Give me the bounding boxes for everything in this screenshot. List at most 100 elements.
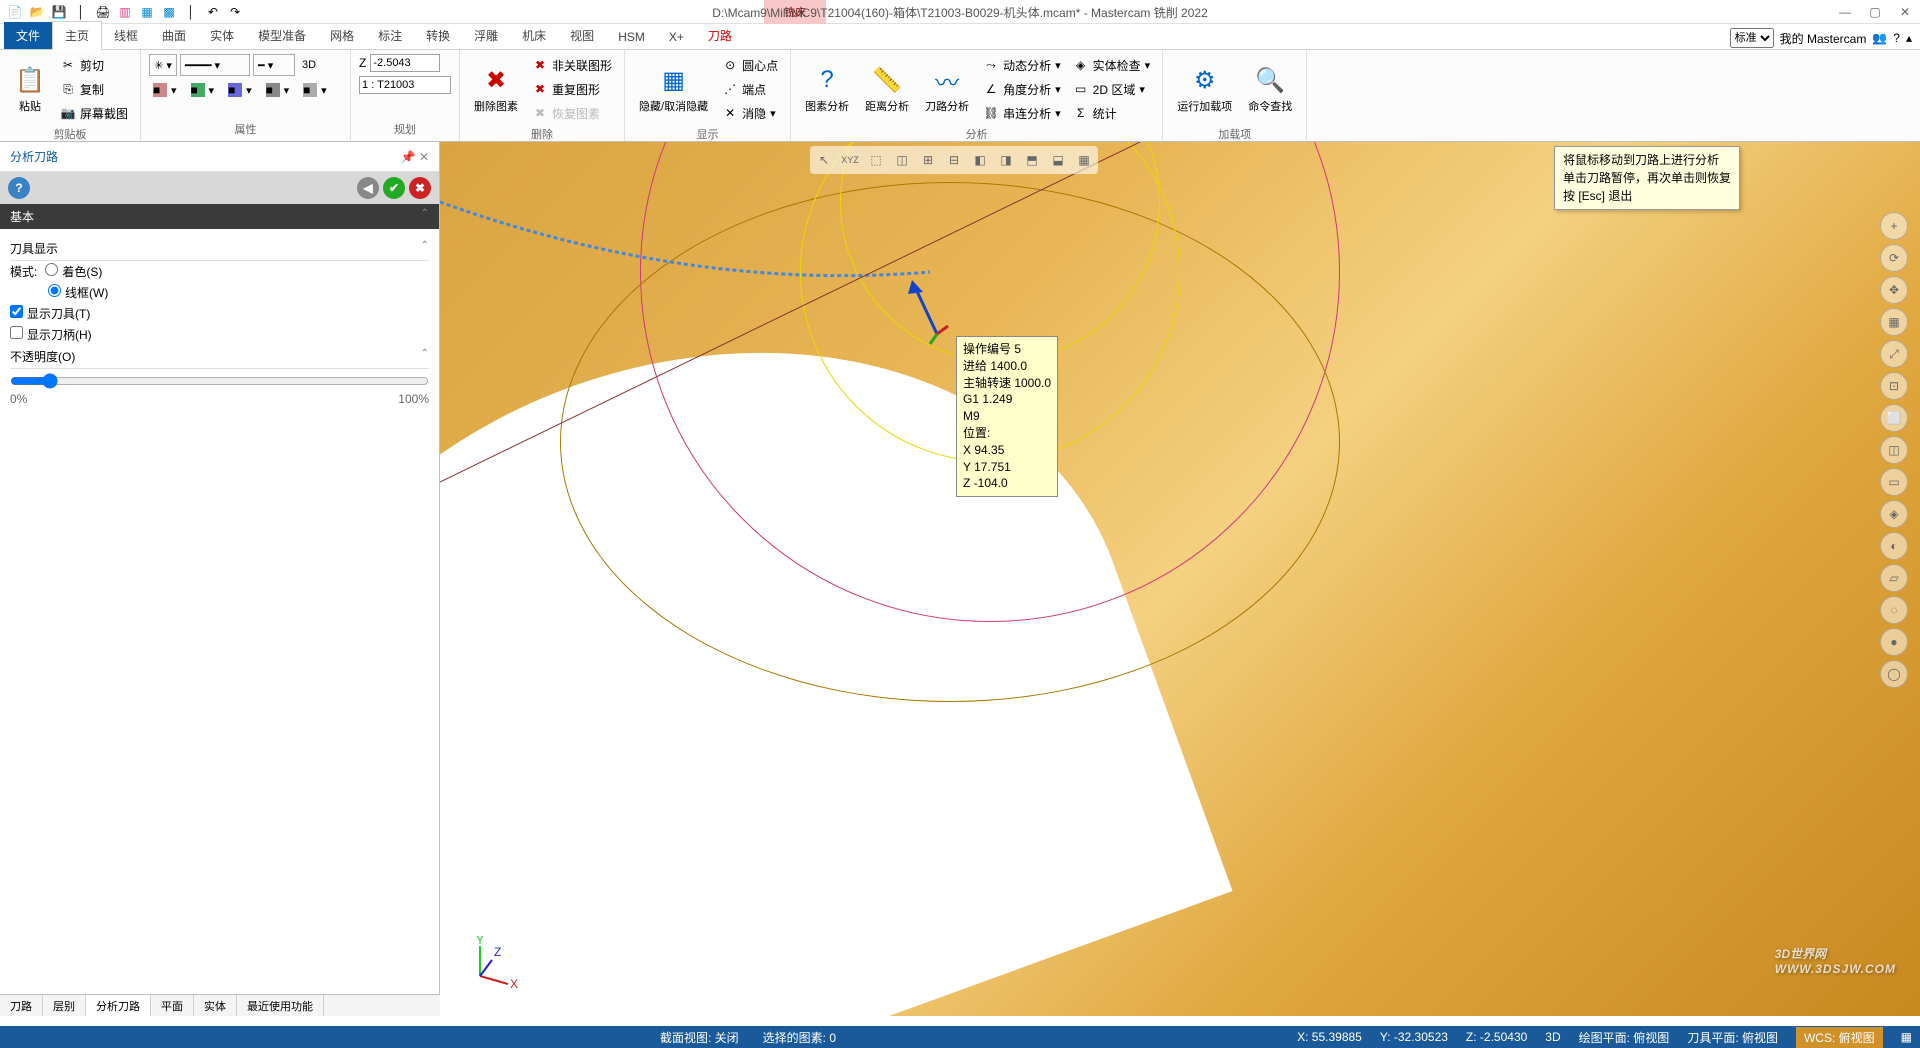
tool-analyze-button[interactable]: 〰刀路分析: [919, 54, 975, 124]
vp-front-icon[interactable]: ◫: [1880, 436, 1908, 464]
tool-input[interactable]: [359, 76, 451, 94]
tool-display-header[interactable]: 刀具显示⌃: [10, 237, 429, 261]
vp-b2-icon[interactable]: ◫: [890, 148, 914, 172]
cmd-find-button[interactable]: 🔍命令查找: [1242, 54, 1298, 124]
panel-close-icon[interactable]: ✕: [419, 150, 429, 164]
vp-iso-icon[interactable]: ◈: [1880, 500, 1908, 528]
2d-area-button[interactable]: ▭2D 区域▾: [1069, 78, 1155, 100]
dist-analyze-button[interactable]: 📏距离分析: [859, 54, 915, 124]
panel-back-button[interactable]: ◀: [357, 177, 379, 199]
qat-b2-icon[interactable]: ▥: [116, 3, 134, 21]
vp-xyz-icon[interactable]: XYZ: [838, 148, 862, 172]
paste-button[interactable]: 📋粘贴: [8, 54, 52, 124]
dyn-analyze-button[interactable]: ⤳动态分析▾: [979, 54, 1065, 76]
status-sectview[interactable]: 截面视图: 关闭: [660, 1029, 739, 1046]
tab-annotate[interactable]: 标注: [366, 22, 414, 49]
tab-xplus[interactable]: X+: [657, 25, 696, 49]
check-show-tool[interactable]: 显示刀具(T): [10, 305, 90, 322]
tab-file[interactable]: 文件: [4, 22, 52, 49]
lineweight-dropdown[interactable]: ━ ▾: [253, 54, 295, 76]
tab-mesh[interactable]: 网格: [318, 22, 366, 49]
tab-surface[interactable]: 曲面: [150, 22, 198, 49]
vp-b9-icon[interactable]: ▦: [1072, 148, 1096, 172]
tab-home[interactable]: 主页: [52, 21, 102, 50]
level-dropdown[interactable]: 标准: [1730, 28, 1774, 48]
panel-ok-button[interactable]: ✔: [383, 177, 405, 199]
minimize-button[interactable]: —: [1830, 0, 1860, 24]
hide-button[interactable]: ▦隐藏/取消隐藏: [633, 54, 714, 124]
ptab-solid[interactable]: 实体: [194, 995, 237, 1016]
community-icon[interactable]: 👥: [1872, 31, 1887, 45]
vp-b6-icon[interactable]: ◨: [994, 148, 1018, 172]
opacity-header[interactable]: 不透明度(O)⌃: [10, 345, 429, 369]
ptab-recent[interactable]: 最近使用功能: [237, 995, 324, 1016]
status-toolplane[interactable]: 刀具平面: 俯视图: [1687, 1029, 1778, 1046]
vp-material-icon[interactable]: ●: [1880, 628, 1908, 656]
panel-help-button[interactable]: ?: [8, 177, 30, 199]
help-icon[interactable]: ?: [1893, 31, 1900, 45]
qat-redo-icon[interactable]: ↷: [226, 3, 244, 21]
ptab-plane[interactable]: 平面: [151, 995, 194, 1016]
run-addin-button[interactable]: ⚙运行加载项: [1171, 54, 1238, 124]
cut-button[interactable]: ✂剪切: [56, 54, 132, 76]
vp-wire-icon[interactable]: ▱: [1880, 564, 1908, 592]
duplicate-button[interactable]: ✖重复图形: [528, 78, 616, 100]
tab-transform[interactable]: 转换: [414, 22, 462, 49]
vp-pan-icon[interactable]: ✥: [1880, 276, 1908, 304]
color-swatch-1[interactable]: ■▾: [149, 79, 181, 101]
vp-side-icon[interactable]: ▭: [1880, 468, 1908, 496]
chain-analyze-button[interactable]: ⛓串连分析▾: [979, 102, 1065, 124]
solid-check-button[interactable]: ◈实体检查▾: [1069, 54, 1155, 76]
color-swatch-5[interactable]: ■▾: [299, 79, 331, 101]
tab-solid[interactable]: 实体: [198, 22, 246, 49]
restore-button[interactable]: ✖恢复图素: [528, 102, 616, 124]
qat-b3-icon[interactable]: ▦: [138, 3, 156, 21]
tab-hsm[interactable]: HSM: [606, 25, 657, 49]
vp-b5-icon[interactable]: ◧: [968, 148, 992, 172]
status-menu-icon[interactable]: ▦: [1901, 1030, 1912, 1044]
opacity-slider[interactable]: [10, 373, 429, 389]
vp-top-icon[interactable]: ⬜: [1880, 404, 1908, 432]
vp-cursor-icon[interactable]: ↖: [812, 148, 836, 172]
tab-view[interactable]: 视图: [558, 22, 606, 49]
vp-hidden-icon[interactable]: ◌: [1880, 596, 1908, 624]
vp-trans-icon[interactable]: ◯: [1880, 660, 1908, 688]
qat-open-icon[interactable]: 📂: [28, 3, 46, 21]
maximize-button[interactable]: ▢: [1860, 0, 1890, 24]
panel-section-basic[interactable]: 基本 ⌃: [0, 204, 439, 229]
vp-b3-icon[interactable]: ⊞: [916, 148, 940, 172]
qat-new-icon[interactable]: 📄: [6, 3, 24, 21]
collapse-ribbon-icon[interactable]: ▴: [1906, 31, 1912, 45]
vp-shade-icon[interactable]: ◐: [1880, 532, 1908, 560]
status-drawplane[interactable]: 绘图平面: 俯视图: [1579, 1029, 1670, 1046]
panel-cancel-button[interactable]: ✖: [409, 177, 431, 199]
vp-b8-icon[interactable]: ⬓: [1046, 148, 1070, 172]
irrelevant-button[interactable]: ✖非关联图形: [528, 54, 616, 76]
viewport-3d[interactable]: ↖ XYZ ⬚ ◫ ⊞ ⊟ ◧ ◨ ⬒ ⬓ ▦ 将鼠标移动到刀路上进行分析单击刀…: [440, 142, 1920, 1016]
linestyle-dropdown[interactable]: ━━━━ ▾: [180, 54, 250, 76]
tab-toolpath[interactable]: 刀路: [696, 22, 744, 49]
delete-element-button[interactable]: ✖删除图素: [468, 54, 524, 124]
tab-machine[interactable]: 机床: [510, 22, 558, 49]
color-swatch-3[interactable]: ■▾: [224, 79, 256, 101]
color-swatch-2[interactable]: ■▾: [187, 79, 219, 101]
close-button[interactable]: ✕: [1890, 0, 1920, 24]
elem-analyze-button[interactable]: ?图素分析: [799, 54, 855, 124]
center-button[interactable]: ⊙圆心点: [718, 54, 782, 76]
copy-button[interactable]: ⎘复制: [56, 78, 132, 100]
vp-plus-icon[interactable]: +: [1880, 212, 1908, 240]
angle-analyze-button[interactable]: ∠角度分析▾: [979, 78, 1065, 100]
tab-wireframe[interactable]: 线框: [102, 22, 150, 49]
status-wcs[interactable]: WCS: 俯视图: [1796, 1027, 1883, 1048]
vp-fit-icon[interactable]: ⊡: [1880, 372, 1908, 400]
vp-ext-icon[interactable]: ⤢: [1880, 340, 1908, 368]
my-mastercam-link[interactable]: 我的 Mastercam: [1780, 30, 1867, 47]
screenshot-button[interactable]: 📷屏幕截图: [56, 102, 132, 124]
qat-save-icon[interactable]: 💾: [50, 3, 68, 21]
tab-relief[interactable]: 浮雕: [462, 22, 510, 49]
pin-icon[interactable]: 📌: [401, 150, 416, 164]
qat-undo-icon[interactable]: ↶: [204, 3, 222, 21]
vp-rot-icon[interactable]: ⟳: [1880, 244, 1908, 272]
tab-modelprep[interactable]: 模型准备: [246, 22, 318, 49]
ptab-level[interactable]: 层别: [43, 995, 86, 1016]
